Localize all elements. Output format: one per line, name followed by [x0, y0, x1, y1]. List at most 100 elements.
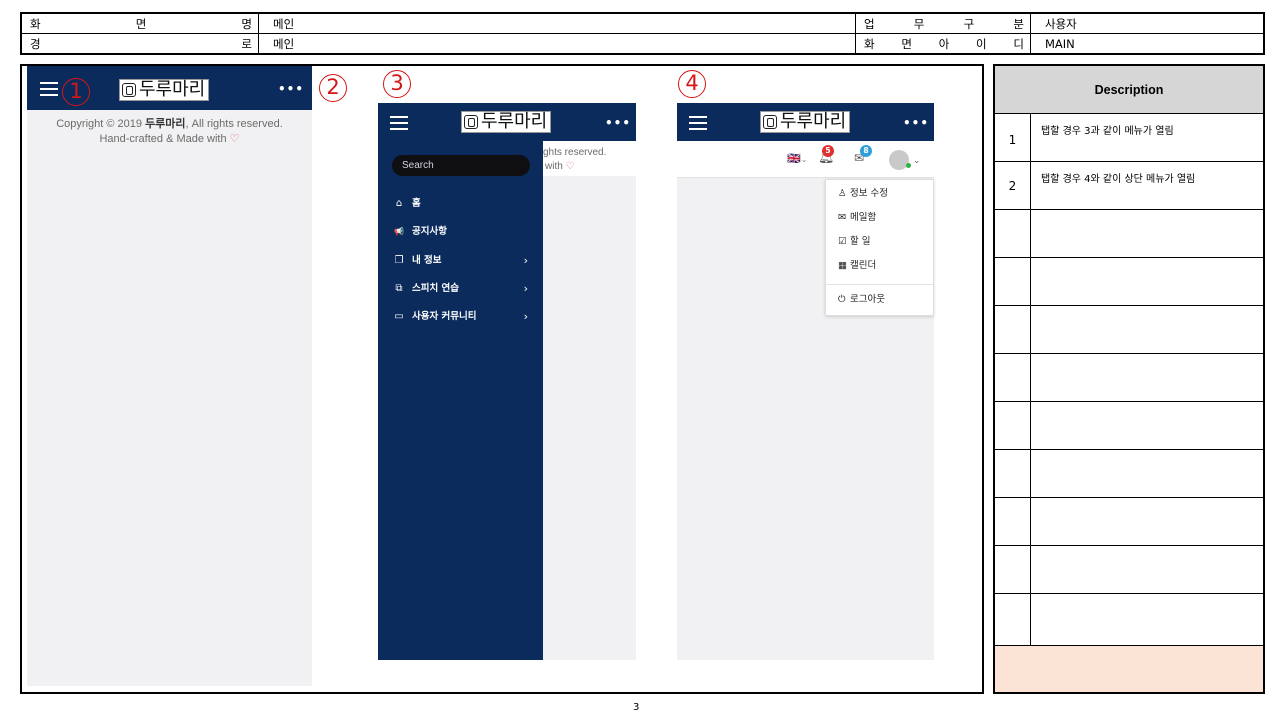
mail-icon: ✉ [838, 212, 846, 223]
description-row-number [995, 210, 1031, 257]
menu-item-label: 정보 수정 [850, 188, 888, 199]
heart-icon: ♡ [229, 133, 240, 145]
chevron-down-icon: ⌄ [913, 156, 921, 166]
description-row-number [995, 546, 1031, 593]
content-area [27, 150, 312, 686]
label-char: 화 [30, 17, 41, 31]
app-logo[interactable]: 두루마리 [461, 111, 552, 133]
screen-id-value: MAIN [1045, 37, 1075, 51]
sidebar-item-label: 사용자 커뮤니티 [412, 311, 477, 322]
app-logo[interactable]: 두루마리 [119, 79, 210, 101]
description-title: Description [995, 66, 1263, 114]
hamburger-menu-icon[interactable] [390, 116, 408, 130]
screen-id-label: 화 면 아 이 디 [856, 34, 1031, 54]
description-row-number [995, 258, 1031, 305]
chevron-down-icon: ⌄ [800, 155, 808, 164]
description-row-text: 탭할 경우 4와 같이 상단 메뉴가 열림 [1041, 174, 1196, 185]
toilet-paper-logo-icon [763, 115, 777, 129]
description-row: 2 탭할 경우 4와 같이 상단 메뉴가 열림 [995, 162, 1263, 210]
description-row [995, 258, 1263, 306]
language-selector[interactable]: 🇬🇧⌄ [787, 152, 807, 167]
description-table: Description 1 탭할 경우 3과 같이 메뉴가 열림 2 탭할 경우… [993, 64, 1265, 694]
clipboard-icon: ☑ [838, 236, 847, 247]
user-icon: ♙ [838, 188, 847, 199]
description-row-number [995, 450, 1031, 497]
logo-text: 두루마리 [481, 111, 548, 132]
description-row-number [995, 402, 1031, 449]
description-row [995, 306, 1263, 354]
copyright-brand: 두루마리 [145, 118, 186, 130]
menu-item-todo[interactable]: ☑ 할 일 [838, 235, 871, 249]
description-row [995, 546, 1263, 594]
description-row-number [995, 354, 1031, 401]
calendar-icon: ▦ [838, 260, 847, 271]
sidebar-item-home[interactable]: ⌂ 홈 [392, 196, 532, 212]
logo-text: 두루마리 [139, 79, 206, 100]
description-row-number [995, 498, 1031, 545]
description-row [995, 498, 1263, 546]
menu-item-mailbox[interactable]: ✉ 메일함 [838, 211, 876, 225]
path-label: 경 로 [22, 34, 259, 54]
sidebar-item-label: 내 정보 [412, 255, 442, 266]
label-char: 아 [938, 37, 950, 51]
description-row [995, 594, 1263, 646]
label-char: 이 [976, 37, 987, 51]
toilet-paper-logo-icon [464, 115, 478, 129]
dropdown-divider [826, 284, 933, 285]
chevron-right-icon: › [523, 310, 528, 323]
description-footer-row [995, 646, 1263, 692]
menu-item-calendar[interactable]: ▦ 캘린더 [838, 259, 876, 273]
window-icon: ▭ [394, 311, 404, 322]
briefcase-icon: ⧉ [395, 283, 403, 294]
more-menu-icon[interactable]: ••• [278, 82, 304, 96]
hamburger-menu-icon[interactable] [689, 116, 707, 130]
sidebar-item-notice[interactable]: 📢 공지사항 [392, 224, 532, 240]
sidebar-item-my-info[interactable]: ❐ 내 정보 › [392, 253, 532, 269]
label-char: 화 [864, 37, 875, 51]
sidebar-item-speech-practice[interactable]: ⧉ 스피치 연습 › [392, 281, 532, 297]
marker-4: 4 [678, 70, 706, 98]
label-char: 로 [241, 37, 252, 51]
menu-item-edit-profile[interactable]: ♙ 정보 수정 [838, 187, 888, 201]
uk-flag-icon: 🇬🇧 [787, 152, 801, 165]
menu-item-logout[interactable]: ⏻ 로그아웃 [838, 293, 885, 307]
description-row-number: 1 [995, 114, 1031, 161]
menu-item-label: 메일함 [850, 212, 877, 223]
search-input[interactable]: Search [392, 155, 530, 176]
sidebar-item-label: 홈 [412, 198, 421, 209]
sidebar-item-community[interactable]: ▭ 사용자 커뮤니티 › [392, 309, 532, 325]
home-icon: ⌂ [395, 198, 403, 209]
description-row [995, 450, 1263, 498]
copyright-text: Copyright © 2019 두루마리, All rights reserv… [27, 117, 312, 147]
label-char: 디 [1013, 37, 1024, 51]
partial-copyright: ghts reserved. with ♡ [543, 146, 606, 174]
app-logo[interactable]: 두루마리 [760, 111, 851, 133]
menu-item-label: 캘린더 [850, 260, 877, 271]
path-value: 메인 [259, 34, 856, 54]
more-menu-icon[interactable]: ••• [605, 116, 631, 130]
chevron-right-icon: › [523, 282, 528, 295]
copy-icon: ❐ [394, 255, 404, 266]
description-row: 1 탭할 경우 3과 같이 메뉴가 열림 [995, 114, 1263, 162]
page-number: 3 [633, 702, 640, 713]
description-row [995, 354, 1263, 402]
chevron-right-icon: › [523, 254, 528, 267]
more-menu-icon[interactable]: ••• [903, 116, 929, 130]
sidebar-item-label: 공지사항 [412, 226, 447, 237]
sidebar-menu [378, 141, 543, 660]
power-icon: ⏻ [838, 294, 846, 305]
marker-2: 2 [319, 74, 347, 102]
toilet-paper-logo-icon [122, 83, 136, 97]
label-char: 면 [135, 17, 147, 31]
hamburger-menu-icon[interactable] [40, 82, 58, 96]
screen-name-value: 메인 [259, 14, 856, 33]
online-status-dot [906, 163, 911, 168]
label-char: 명 [241, 17, 252, 31]
label-char: 무 [913, 17, 925, 31]
label-char: 분 [1013, 17, 1024, 31]
label-char: 업 [864, 17, 875, 31]
partial-copyright-line-2: with [545, 161, 563, 172]
made-with-text: Hand-crafted & Made with [99, 133, 227, 145]
marker-3: 3 [383, 70, 411, 98]
business-category-value: 사용자 [1045, 17, 1077, 31]
